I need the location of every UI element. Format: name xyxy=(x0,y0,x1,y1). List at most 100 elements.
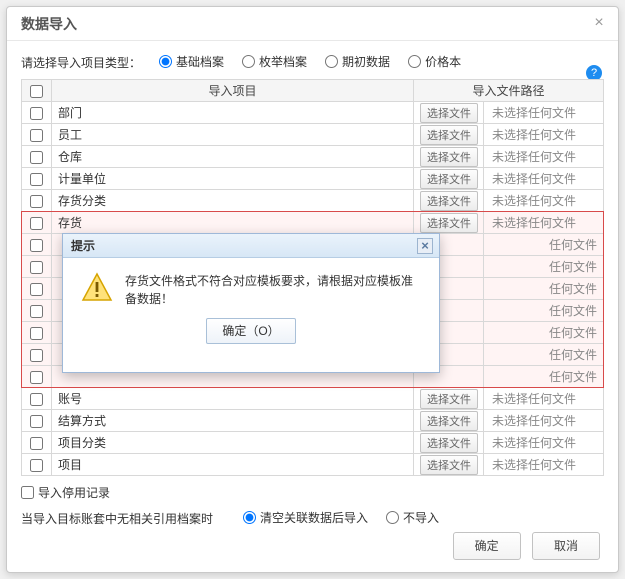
close-icon[interactable]: × xyxy=(590,15,608,33)
row-file-text-cell: 未选择任何文件 xyxy=(483,146,603,168)
ref-radio-1[interactable]: 不导入 xyxy=(386,509,439,526)
choose-file-button[interactable]: 选择文件 xyxy=(420,103,478,123)
row-checkbox[interactable] xyxy=(30,217,43,230)
ref-option-label: 当导入目标账套中无相关引用档案时 xyxy=(21,510,213,527)
prompt-close-icon[interactable]: × xyxy=(417,238,433,254)
row-checkbox[interactable] xyxy=(30,305,43,318)
ref-radio-0[interactable]: 清空关联数据后导入 xyxy=(243,509,368,526)
row-checkbox[interactable] xyxy=(30,371,43,384)
file-status-text: 任何文件 xyxy=(549,370,597,384)
choose-file-button[interactable]: 选择文件 xyxy=(420,191,478,211)
row-checkbox[interactable] xyxy=(30,415,43,428)
type-radio-input[interactable] xyxy=(325,55,338,68)
table-row: 存货分类选择文件未选择任何文件 xyxy=(22,190,604,212)
row-file-btn-cell: 选择文件 xyxy=(413,168,483,190)
dialog-title: 数据导入 xyxy=(21,16,77,32)
row-file-text-cell: 任何文件 xyxy=(483,278,603,300)
prompt-title: 提示 xyxy=(71,239,95,253)
file-status-text: 任何文件 xyxy=(549,260,597,274)
row-item-name: 项目分类 xyxy=(52,432,414,454)
choose-file-button[interactable]: 选择文件 xyxy=(420,147,478,167)
choose-file-button[interactable]: 选择文件 xyxy=(420,125,478,145)
row-file-btn-cell: 选择文件 xyxy=(413,146,483,168)
row-file-btn-cell: 选择文件 xyxy=(413,212,483,234)
import-disabled-checkbox[interactable] xyxy=(21,486,34,499)
table-row: 员工选择文件未选择任何文件 xyxy=(22,124,604,146)
row-checkbox[interactable] xyxy=(30,349,43,362)
file-status-text: 未选择任何文件 xyxy=(492,458,576,472)
row-checkbox-cell xyxy=(22,124,52,146)
row-checkbox[interactable] xyxy=(30,195,43,208)
choose-file-button[interactable]: 选择文件 xyxy=(420,169,478,189)
table-row: 部门选择文件未选择任何文件 xyxy=(22,102,604,124)
row-checkbox-cell xyxy=(22,344,52,366)
select-all-checkbox[interactable] xyxy=(30,85,43,98)
row-checkbox-cell xyxy=(22,256,52,278)
warning-icon xyxy=(81,272,113,304)
choose-file-button[interactable]: 选择文件 xyxy=(420,389,478,409)
type-radio-3[interactable]: 价格本 xyxy=(408,53,461,70)
type-radio-input[interactable] xyxy=(242,55,255,68)
row-checkbox[interactable] xyxy=(30,437,43,450)
file-status-text: 未选择任何文件 xyxy=(492,414,576,428)
row-checkbox[interactable] xyxy=(30,261,43,274)
row-file-text-cell: 任何文件 xyxy=(483,256,603,278)
row-file-text-cell: 未选择任何文件 xyxy=(483,212,603,234)
ref-radio-input[interactable] xyxy=(386,511,399,524)
file-status-text: 任何文件 xyxy=(549,304,597,318)
row-file-btn-cell: 选择文件 xyxy=(413,190,483,212)
prompt-ok-button[interactable]: 确定（O） xyxy=(206,318,296,344)
row-item-name: 存货分类 xyxy=(52,190,414,212)
row-file-text-cell: 任何文件 xyxy=(483,322,603,344)
choose-file-button[interactable]: 选择文件 xyxy=(420,433,478,453)
cancel-button[interactable]: 取消 xyxy=(532,532,600,560)
file-status-text: 未选择任何文件 xyxy=(492,128,576,142)
row-checkbox[interactable] xyxy=(30,459,43,472)
type-radio-label: 期初数据 xyxy=(342,53,390,70)
row-checkbox[interactable] xyxy=(30,151,43,164)
header-item: 导入项目 xyxy=(52,80,414,102)
ref-radio-label: 清空关联数据后导入 xyxy=(260,509,368,526)
ok-button[interactable]: 确定 xyxy=(453,532,521,560)
table-row: 结算方式选择文件未选择任何文件 xyxy=(22,410,604,432)
type-radio-input[interactable] xyxy=(159,55,172,68)
type-radio-2[interactable]: 期初数据 xyxy=(325,53,390,70)
choose-file-button[interactable]: 选择文件 xyxy=(420,455,478,475)
type-radio-0[interactable]: 基础档案 xyxy=(159,53,224,70)
file-status-text: 任何文件 xyxy=(549,348,597,362)
row-checkbox[interactable] xyxy=(30,173,43,186)
row-checkbox[interactable] xyxy=(30,239,43,252)
table-row: 存货选择文件未选择任何文件 xyxy=(22,212,604,234)
header-path: 导入文件路径 xyxy=(413,80,603,102)
row-checkbox-cell xyxy=(22,212,52,234)
file-status-text: 未选择任何文件 xyxy=(492,436,576,450)
row-item-name: 项目 xyxy=(52,454,414,476)
dialog-header: 数据导入 × xyxy=(7,7,618,41)
row-checkbox[interactable] xyxy=(30,107,43,120)
choose-file-button[interactable]: 选择文件 xyxy=(420,213,478,233)
type-radio-1[interactable]: 枚举档案 xyxy=(242,53,307,70)
row-checkbox-cell xyxy=(22,146,52,168)
choose-file-button[interactable]: 选择文件 xyxy=(420,411,478,431)
row-item-name: 存货 xyxy=(52,212,414,234)
row-file-text-cell: 任何文件 xyxy=(483,366,603,388)
file-status-text: 未选择任何文件 xyxy=(492,216,576,230)
row-item-name: 仓库 xyxy=(52,146,414,168)
row-checkbox[interactable] xyxy=(30,129,43,142)
row-file-text-cell: 未选择任何文件 xyxy=(483,168,603,190)
type-radio-label: 价格本 xyxy=(425,53,461,70)
ref-radio-input[interactable] xyxy=(243,511,256,524)
table-row: 项目分类选择文件未选择任何文件 xyxy=(22,432,604,454)
row-checkbox[interactable] xyxy=(30,393,43,406)
row-file-btn-cell: 选择文件 xyxy=(413,388,483,410)
table-row: 账号选择文件未选择任何文件 xyxy=(22,388,604,410)
file-status-text: 未选择任何文件 xyxy=(492,392,576,406)
row-checkbox-cell xyxy=(22,454,52,476)
type-radio-input[interactable] xyxy=(408,55,421,68)
row-checkbox[interactable] xyxy=(30,327,43,340)
row-checkbox-cell xyxy=(22,234,52,256)
prompt-header: 提示 × xyxy=(63,234,439,258)
row-checkbox-cell xyxy=(22,168,52,190)
file-status-text: 未选择任何文件 xyxy=(492,150,576,164)
row-checkbox[interactable] xyxy=(30,283,43,296)
